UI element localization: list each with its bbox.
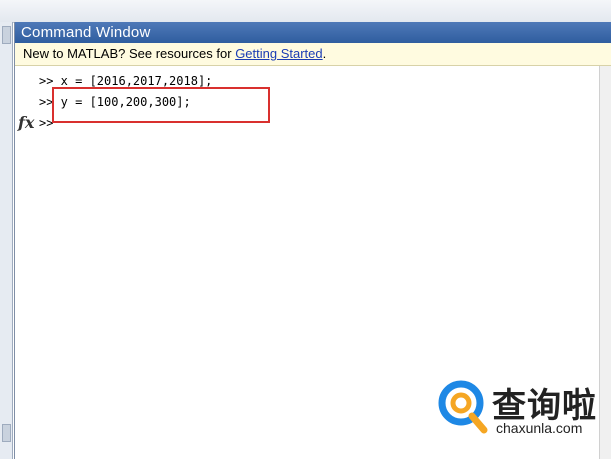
watermark-url: chaxunla.com [496,420,583,436]
getting-started-banner: New to MATLAB? See resources for Getting… [15,43,611,66]
getting-started-link[interactable]: Getting Started [235,46,322,61]
command-window-title: Command Window [15,22,611,43]
left-side-panel [0,22,13,459]
prompt: >> [39,74,54,88]
banner-text: New to MATLAB? See resources for [23,46,236,61]
top-toolbar-strip [0,0,611,23]
watermark: 查询啦 chaxunla.com [436,376,606,442]
code-text: x = [2016,2017,2018]; [53,74,213,88]
console-line: >> x = [2016,2017,2018]; [39,74,212,88]
banner-suffix: . [322,46,327,61]
magnifier-q-logo-icon [438,380,488,434]
panel-handle-bottom[interactable] [2,424,11,442]
fx-icon[interactable]: fx [18,113,34,132]
panel-handle[interactable] [2,26,11,44]
annotation-highlight-box [52,87,270,123]
